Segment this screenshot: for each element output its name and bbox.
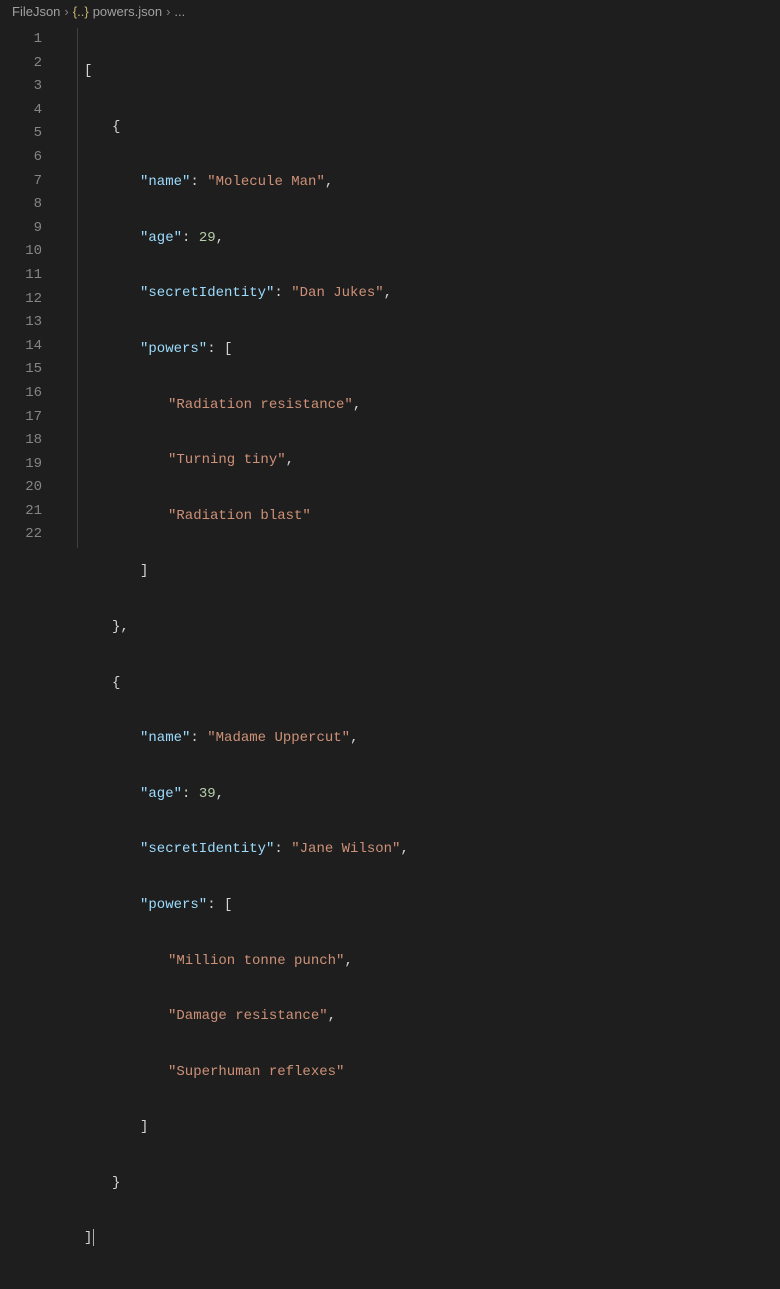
code-token: [ xyxy=(224,897,232,913)
code-editor[interactable]: 1 2 3 4 5 6 7 8 9 10 11 12 13 14 15 16 1… xyxy=(0,22,780,1289)
code-token: "age" xyxy=(140,786,182,802)
code-token: "Damage resistance" xyxy=(168,1008,328,1024)
code-token: , xyxy=(325,174,333,190)
line-number: 1 xyxy=(0,28,42,52)
code-token: : xyxy=(182,230,199,246)
code-token: [ xyxy=(224,341,232,357)
code-token: : xyxy=(207,341,224,357)
line-number: 13 xyxy=(0,311,42,335)
code-token: "Turning tiny" xyxy=(168,452,286,468)
line-number: 4 xyxy=(0,99,42,123)
code-token: , xyxy=(350,730,358,746)
code-token: "Radiation blast" xyxy=(168,508,311,524)
code-token: "age" xyxy=(140,230,182,246)
code-token: ] xyxy=(140,1119,148,1135)
line-number: 11 xyxy=(0,264,42,288)
code-token: }, xyxy=(112,619,129,635)
code-token: "powers" xyxy=(140,341,207,357)
code-token: ] xyxy=(140,563,148,579)
code-token: : xyxy=(207,897,224,913)
code-token: ] xyxy=(84,1230,92,1246)
chevron-right-icon: › xyxy=(64,4,68,19)
line-number: 16 xyxy=(0,382,42,406)
line-number: 14 xyxy=(0,335,42,359)
code-token: "powers" xyxy=(140,897,207,913)
code-token: "secretIdentity" xyxy=(140,841,274,857)
code-token: , xyxy=(328,1008,336,1024)
code-token: "secretIdentity" xyxy=(140,285,274,301)
code-token: : xyxy=(190,174,207,190)
code-content[interactable]: [ { "name": "Molecule Man", "age": 29, "… xyxy=(56,22,409,1289)
line-number: 7 xyxy=(0,170,42,194)
line-number: 9 xyxy=(0,217,42,241)
code-token: "Dan Jukes" xyxy=(291,285,383,301)
breadcrumb-file[interactable]: powers.json xyxy=(93,4,162,19)
code-token: 29 xyxy=(199,230,216,246)
indent-guide xyxy=(77,28,78,548)
code-token: [ xyxy=(84,63,92,79)
line-number: 2 xyxy=(0,52,42,76)
code-token: "Million tonne punch" xyxy=(168,953,344,969)
line-number: 3 xyxy=(0,75,42,99)
json-file-icon: {..} xyxy=(73,4,89,19)
code-token: : xyxy=(182,786,199,802)
line-number: 12 xyxy=(0,288,42,312)
code-token: : xyxy=(274,285,291,301)
line-number: 17 xyxy=(0,406,42,430)
code-token: , xyxy=(216,786,224,802)
breadcrumb-more[interactable]: ... xyxy=(174,4,185,19)
code-token: "name" xyxy=(140,730,190,746)
code-token: , xyxy=(400,841,408,857)
line-number: 5 xyxy=(0,122,42,146)
code-token: "name" xyxy=(140,174,190,190)
line-number: 18 xyxy=(0,429,42,453)
chevron-right-icon: › xyxy=(166,4,170,19)
code-token: , xyxy=(353,397,361,413)
code-token: { xyxy=(112,675,120,691)
code-token: "Jane Wilson" xyxy=(291,841,400,857)
code-token: , xyxy=(216,230,224,246)
line-number: 10 xyxy=(0,240,42,264)
code-token: "Radiation resistance" xyxy=(168,397,353,413)
code-token: , xyxy=(286,452,294,468)
breadcrumb[interactable]: FileJson › {..} powers.json › ... xyxy=(0,0,780,22)
code-token: : xyxy=(190,730,207,746)
code-token: "Madame Uppercut" xyxy=(207,730,350,746)
line-number: 20 xyxy=(0,476,42,500)
code-token: "Molecule Man" xyxy=(207,174,325,190)
code-token: "Superhuman reflexes" xyxy=(168,1064,344,1080)
line-number: 8 xyxy=(0,193,42,217)
code-token: 39 xyxy=(199,786,216,802)
code-token: , xyxy=(344,953,352,969)
breadcrumb-folder[interactable]: FileJson xyxy=(12,4,60,19)
line-number: 22 xyxy=(0,523,42,547)
line-number: 19 xyxy=(0,453,42,477)
code-token: { xyxy=(112,119,120,135)
code-token: : xyxy=(274,841,291,857)
line-number: 6 xyxy=(0,146,42,170)
line-number: 15 xyxy=(0,358,42,382)
code-token: } xyxy=(112,1175,120,1191)
line-number: 21 xyxy=(0,500,42,524)
code-token: , xyxy=(384,285,392,301)
line-number-gutter: 1 2 3 4 5 6 7 8 9 10 11 12 13 14 15 16 1… xyxy=(0,22,56,1289)
